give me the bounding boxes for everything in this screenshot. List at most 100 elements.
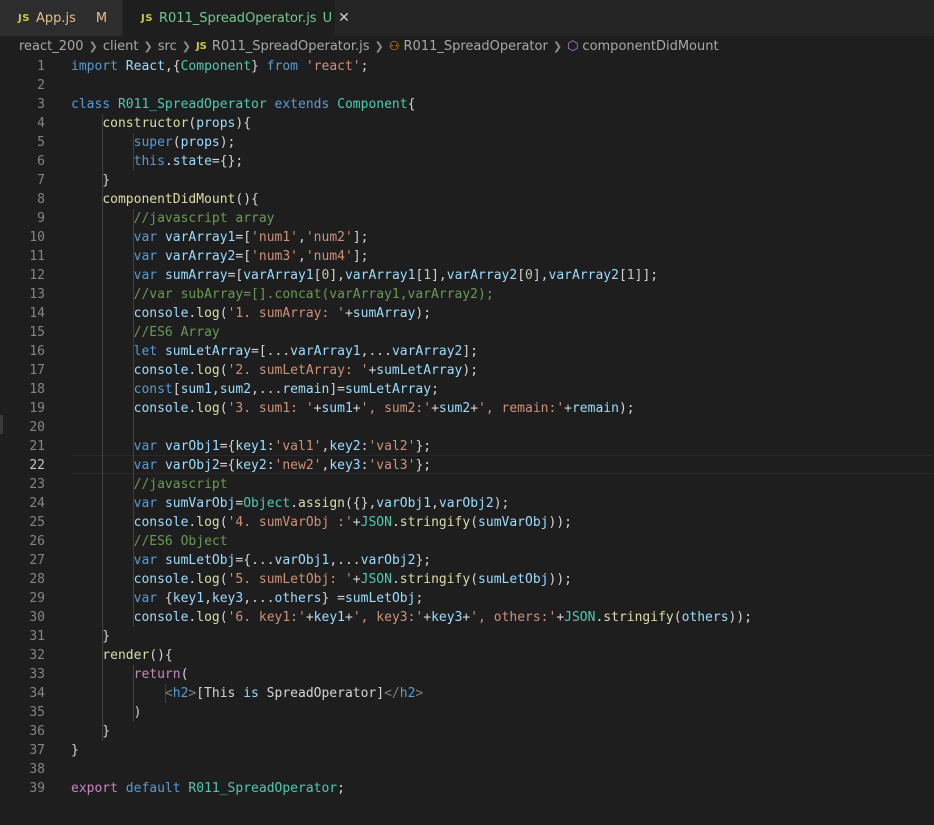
- line-number: 33: [29, 667, 45, 682]
- code-line[interactable]: 32 render(){: [0, 646, 934, 665]
- breadcrumb-item-file[interactable]: R011_SpreadOperator.js: [212, 39, 370, 54]
- line-number: 22: [29, 458, 45, 473]
- code-text: import React,{Component} from 'react';: [71, 59, 369, 74]
- breadcrumb-item-src[interactable]: src: [158, 39, 177, 54]
- code-line[interactable]: 29 var {key1,key3,...others} =sumLetObj;: [0, 589, 934, 608]
- untracked-badge: U: [322, 10, 333, 26]
- code-text: }: [71, 724, 111, 739]
- code-line[interactable]: 23 //javascript: [0, 475, 934, 494]
- code-line[interactable]: 35 ): [0, 703, 934, 722]
- breadcrumb-item-react-200[interactable]: react_200: [19, 39, 84, 54]
- method-symbol-icon: ⬡: [567, 38, 579, 54]
- line-number: 27: [29, 553, 45, 568]
- line-number: 28: [29, 572, 45, 587]
- tab-r011-spreadoperator-js[interactable]: JS R011_SpreadOperator.js U ✕: [123, 0, 350, 36]
- code-line[interactable]: 19 console.log('3. sum1: '+sum1+', sum2:…: [0, 399, 934, 418]
- line-number: 14: [29, 306, 45, 321]
- js-file-icon: JS: [18, 12, 30, 24]
- code-line[interactable]: 10 var varArray1=['num1','num2'];: [0, 228, 934, 247]
- line-number: 30: [29, 610, 45, 625]
- line-number: 24: [29, 496, 45, 511]
- code-text: console.log('1. sumArray: '+sumArray);: [133, 306, 432, 321]
- code-text: var sumArray=[varArray1[0],varArray1[1],…: [133, 268, 659, 283]
- code-text: constructor(props){: [102, 116, 252, 131]
- code-line[interactable]: 38: [0, 760, 934, 779]
- code-line[interactable]: 14 console.log('1. sumArray: '+sumArray)…: [0, 304, 934, 323]
- breadcrumb-item-client[interactable]: client: [103, 39, 139, 54]
- tab-bar: JS App.js M JS R011_SpreadOperator.js U …: [0, 0, 934, 36]
- code-line[interactable]: 21 var varObj1={key1:'val1',key2:'val2'}…: [0, 437, 934, 456]
- code-line[interactable]: 9 //javascript array: [0, 209, 934, 228]
- js-file-icon: JS: [141, 12, 153, 24]
- line-number: 10: [29, 230, 45, 245]
- code-line[interactable]: 36 }: [0, 722, 934, 741]
- code-text: let sumLetArray=[...varArray1,...varArra…: [133, 344, 479, 359]
- code-line[interactable]: 26 //ES6 Object: [0, 532, 934, 551]
- code-line[interactable]: 11 var varArray2=['num3','num4'];: [0, 247, 934, 266]
- code-line[interactable]: 27 var sumLetObj={...varObj1,...varObj2}…: [0, 551, 934, 570]
- line-number: 26: [29, 534, 45, 549]
- code-line[interactable]: 15 //ES6 Array: [0, 323, 934, 342]
- code-editor[interactable]: 1 import React,{Component} from 'react'; 2…: [0, 57, 934, 825]
- code-line[interactable]: 7 }: [0, 171, 934, 190]
- line-number: 35: [29, 705, 45, 720]
- line-number: 25: [29, 515, 45, 530]
- chevron-right-icon: ❯: [88, 39, 98, 53]
- code-line[interactable]: 2: [0, 76, 934, 95]
- code-line[interactable]: 33 return(: [0, 665, 934, 684]
- code-line[interactable]: 3 class R011_SpreadOperator extends Compo…: [0, 95, 934, 114]
- code-text: }: [71, 743, 79, 758]
- code-line[interactable]: 22 var varObj2={key2:'new2',key3:'val3'}…: [0, 456, 934, 475]
- breadcrumb-item-class[interactable]: R011_SpreadOperator: [404, 39, 548, 54]
- code-text: var sumVarObj=Object.assign({},varObj1,v…: [133, 496, 510, 511]
- line-number: 3: [37, 97, 45, 112]
- code-text: export default R011_SpreadOperator;: [71, 781, 345, 796]
- line-number: 38: [29, 762, 45, 777]
- code-line[interactable]: 31 }: [0, 627, 934, 646]
- tab-label: R011_SpreadOperator.js: [158, 10, 317, 26]
- line-number: 15: [29, 325, 45, 340]
- code-text: var varArray1=['num1','num2'];: [133, 230, 369, 245]
- code-line[interactable]: 37}: [0, 741, 934, 760]
- code-text: var varArray2=['num3','num4'];: [133, 249, 369, 264]
- line-number: 12: [29, 268, 45, 283]
- tab-app-js[interactable]: JS App.js M: [0, 0, 122, 36]
- code-text: const[sum1,sum2,...remain]=sumLetArray;: [133, 382, 439, 397]
- code-text: console.log('4. sumVarObj :'+JSON.string…: [133, 515, 572, 530]
- line-number: 1: [37, 59, 45, 74]
- close-icon[interactable]: ✕: [338, 10, 350, 26]
- code-line[interactable]: 17 console.log('2. sumLetArray: '+sumLet…: [0, 361, 934, 380]
- code-line[interactable]: 30 console.log('6. key1:'+key1+', key3:'…: [0, 608, 934, 627]
- code-line[interactable]: 34 <h2>[This is SpreadOperator]</h2>: [0, 684, 934, 703]
- code-line[interactable]: 6 this.state={};: [0, 152, 934, 171]
- code-line[interactable]: 1 import React,{Component} from 'react';: [0, 57, 934, 76]
- line-number: 2: [37, 78, 45, 93]
- code-line[interactable]: 8 componentDidMount(){: [0, 190, 934, 209]
- line-number: 19: [29, 401, 45, 416]
- code-text: console.log('6. key1:'+key1+', key3:'+ke…: [133, 610, 753, 625]
- code-line[interactable]: 5 super(props);: [0, 133, 934, 152]
- line-number: 7: [37, 173, 45, 188]
- code-text: ): [71, 705, 142, 720]
- code-text: <h2>[This is SpreadOperator]</h2>: [164, 686, 424, 701]
- code-line[interactable]: 4 constructor(props){: [0, 114, 934, 133]
- line-number: 34: [29, 686, 45, 701]
- chevron-right-icon: ❯: [374, 39, 384, 53]
- line-number: 4: [37, 116, 45, 131]
- breadcrumb-item-method[interactable]: componentDidMount: [582, 39, 718, 54]
- code-line[interactable]: 24 var sumVarObj=Object.assign({},varObj…: [0, 494, 934, 513]
- code-text: console.log('5. sumLetObj: '+JSON.string…: [133, 572, 572, 587]
- code-line[interactable]: 20: [0, 418, 934, 437]
- code-line[interactable]: 18 const[sum1,sum2,...remain]=sumLetArra…: [0, 380, 934, 399]
- code-text: class R011_SpreadOperator extends Compon…: [71, 97, 416, 112]
- code-line[interactable]: 39 export default R011_SpreadOperator;: [0, 779, 934, 798]
- line-number: 21: [29, 439, 45, 454]
- line-number: 9: [37, 211, 45, 226]
- code-line[interactable]: 12 var sumArray=[varArray1[0],varArray1[…: [0, 266, 934, 285]
- code-line[interactable]: 13 //var subArray=[].concat(varArray1,va…: [0, 285, 934, 304]
- line-number: 11: [29, 249, 45, 264]
- code-line[interactable]: 28 console.log('5. sumLetObj: '+JSON.str…: [0, 570, 934, 589]
- code-text: componentDidMount(){: [102, 192, 259, 207]
- code-line[interactable]: 16 let sumLetArray=[...varArray1,...varA…: [0, 342, 934, 361]
- code-line[interactable]: 25 console.log('4. sumVarObj :'+JSON.str…: [0, 513, 934, 532]
